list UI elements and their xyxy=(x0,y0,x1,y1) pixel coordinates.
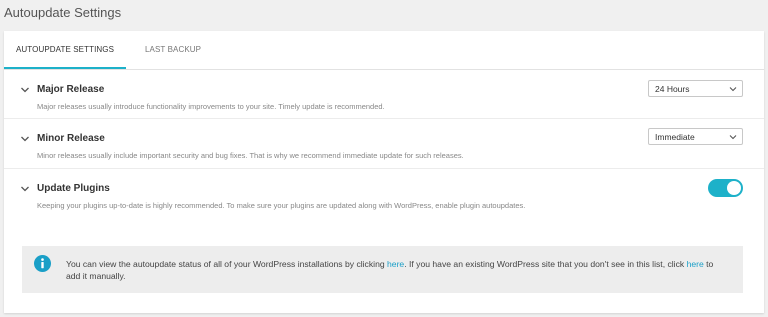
tab-autoupdate-settings[interactable]: AUTOUPDATE SETTINGS xyxy=(4,31,126,69)
major-release-select[interactable]: 24 Hours xyxy=(648,80,743,97)
chevron-down-icon xyxy=(729,135,737,140)
installations-status-link[interactable]: here xyxy=(387,259,404,269)
select-value: 24 Hours xyxy=(655,84,690,94)
info-icon xyxy=(34,255,51,272)
tab-last-backup[interactable]: LAST BACKUP xyxy=(145,31,201,69)
setting-description: Keeping your plugins up-to-date is highl… xyxy=(37,201,526,210)
minor-release-select[interactable]: Immediate xyxy=(648,128,743,145)
tab-bar: AUTOUPDATE SETTINGS LAST BACKUP xyxy=(4,31,764,70)
settings-card: AUTOUPDATE SETTINGS LAST BACKUP Major Re… xyxy=(4,31,764,313)
select-value: Immediate xyxy=(655,132,695,142)
add-site-link[interactable]: here xyxy=(687,259,704,269)
setting-description: Minor releases usually include important… xyxy=(37,151,464,160)
setting-row-major-release: Major Release Major releases usually int… xyxy=(4,70,764,119)
info-notice: You can view the autoupdate status of al… xyxy=(22,246,743,293)
page-title: Autoupdate Settings xyxy=(4,5,122,20)
notice-text: You can view the autoupdate status of al… xyxy=(66,258,726,282)
setting-title: Minor Release xyxy=(37,133,105,144)
setting-row-minor-release: Minor Release Minor releases usually inc… xyxy=(4,119,764,169)
chevron-down-icon[interactable] xyxy=(20,85,30,95)
setting-title: Major Release xyxy=(37,84,105,95)
notice-text-part: . If you have an existing WordPress site… xyxy=(404,259,687,269)
chevron-down-icon[interactable] xyxy=(20,184,30,194)
setting-title: Update Plugins xyxy=(37,183,110,194)
notice-text-part: You can view the autoupdate status of al… xyxy=(66,259,388,269)
chevron-down-icon xyxy=(729,87,737,92)
setting-row-update-plugins: Update Plugins Keeping your plugins up-t… xyxy=(4,169,764,227)
setting-description: Major releases usually introduce functio… xyxy=(37,102,385,111)
update-plugins-toggle[interactable] xyxy=(708,179,743,197)
toggle-knob xyxy=(727,181,741,195)
chevron-down-icon[interactable] xyxy=(20,134,30,144)
